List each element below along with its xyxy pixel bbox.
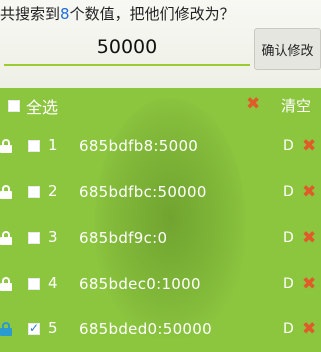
row-type-tag: D bbox=[283, 276, 294, 292]
row-checkbox[interactable] bbox=[28, 186, 40, 198]
prompt-suffix: 个数值，把他们修改为？ bbox=[69, 5, 235, 23]
list-item[interactable]: 5 685bded0:50000 D ✖ bbox=[0, 315, 321, 352]
row-entry[interactable]: 685bdfbc:50000 bbox=[79, 183, 207, 201]
prompt-prefix: 共搜索到 bbox=[0, 5, 61, 23]
confirm-modify-button[interactable]: 确认修改 bbox=[254, 28, 321, 70]
lock-icon[interactable] bbox=[0, 277, 12, 291]
select-all-label[interactable]: 全选 bbox=[26, 94, 58, 118]
row-type-tag: D bbox=[283, 321, 294, 337]
clear-x-icon[interactable]: ✖ bbox=[246, 94, 260, 114]
lock-icon[interactable] bbox=[0, 185, 12, 199]
clear-all-button[interactable]: 清空 bbox=[281, 95, 311, 116]
row-entry[interactable]: 685bded0:50000 bbox=[79, 320, 212, 338]
list-item[interactable]: 4 685bdec0:1000 D ✖ bbox=[0, 269, 321, 313]
row-checkbox[interactable] bbox=[28, 140, 40, 152]
row-index: 2 bbox=[48, 182, 58, 200]
row-checkbox[interactable] bbox=[28, 321, 40, 335]
row-index: 5 bbox=[48, 319, 58, 337]
row-entry[interactable]: 685bdec0:1000 bbox=[79, 275, 201, 293]
row-type-tag: D bbox=[283, 184, 294, 200]
delete-x-icon[interactable]: ✖ bbox=[302, 274, 316, 294]
lock-icon[interactable] bbox=[0, 231, 12, 245]
list-header: 全选 ✖ 清空 bbox=[0, 88, 321, 124]
row-entry[interactable]: 685bdfb8:5000 bbox=[79, 137, 198, 155]
lock-icon[interactable] bbox=[0, 139, 12, 153]
list-item[interactable]: 3 685bdf9c:0 D ✖ bbox=[0, 223, 321, 267]
new-value-input[interactable] bbox=[4, 30, 250, 66]
search-result-header: 共搜索到8个数值，把他们修改为？ 确认修改 bbox=[0, 0, 321, 88]
row-checkbox[interactable] bbox=[28, 232, 40, 244]
delete-x-icon[interactable]: ✖ bbox=[302, 136, 316, 156]
delete-x-icon[interactable]: ✖ bbox=[302, 319, 316, 339]
result-prompt: 共搜索到8个数值，把他们修改为？ bbox=[0, 2, 235, 26]
list-item[interactable]: 2 685bdfbc:50000 D ✖ bbox=[0, 177, 321, 221]
result-count: 8 bbox=[60, 5, 70, 23]
row-checkbox[interactable] bbox=[28, 278, 40, 290]
list-item[interactable]: 1 685bdfb8:5000 D ✖ bbox=[0, 131, 321, 175]
row-entry[interactable]: 685bdf9c:0 bbox=[79, 229, 167, 247]
lock-icon[interactable] bbox=[0, 322, 12, 336]
select-all-checkbox[interactable] bbox=[8, 100, 20, 112]
row-index: 4 bbox=[48, 274, 58, 292]
row-index: 3 bbox=[48, 228, 58, 246]
delete-x-icon[interactable]: ✖ bbox=[302, 182, 316, 202]
row-index: 1 bbox=[48, 136, 58, 154]
result-list-panel: 全选 ✖ 清空 1 685bdfb8:5000 D ✖ 2 685bdfbc:5… bbox=[0, 88, 321, 352]
delete-x-icon[interactable]: ✖ bbox=[302, 228, 316, 248]
row-type-tag: D bbox=[283, 230, 294, 246]
row-type-tag: D bbox=[283, 138, 294, 154]
